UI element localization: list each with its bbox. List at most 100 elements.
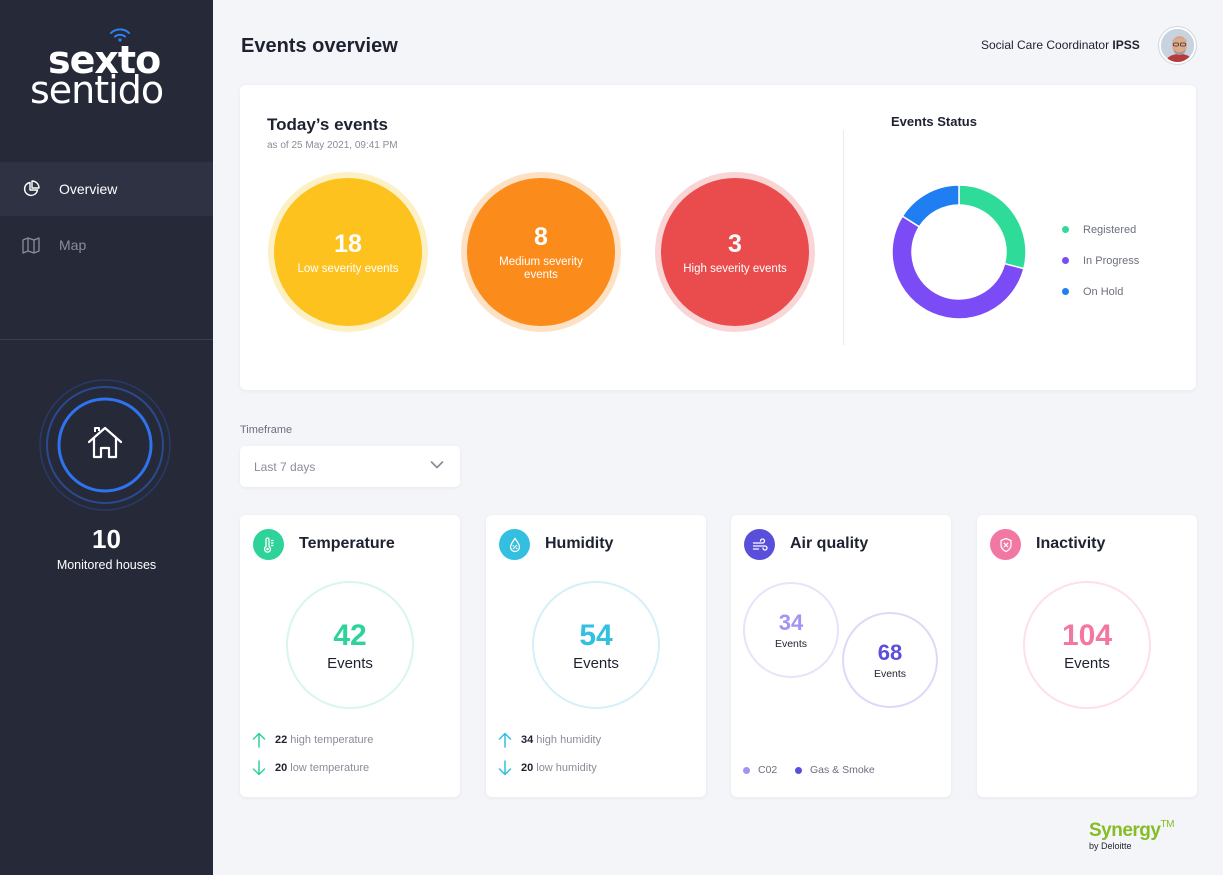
humidity-title: Humidity bbox=[545, 535, 614, 552]
thermometer-icon bbox=[253, 529, 284, 560]
humidity-events-count: 54 bbox=[579, 618, 613, 652]
co2-legend-item: C02 bbox=[743, 764, 777, 776]
low-severity-count: 18 bbox=[334, 229, 362, 258]
legend-label: In Progress bbox=[1083, 254, 1140, 267]
legend-item-in-progress: In Progress bbox=[1062, 245, 1139, 276]
page-title: Events overview bbox=[241, 35, 398, 57]
house-icon bbox=[87, 426, 123, 459]
temperature-events-label: Events bbox=[327, 654, 373, 672]
inactivity-events-ring: 104 Events bbox=[1023, 581, 1151, 709]
high-severity-count: 3 bbox=[728, 229, 742, 258]
high-humidity-count: 34 bbox=[521, 734, 534, 746]
legend-dot bbox=[1062, 226, 1069, 233]
nav-item-map[interactable]: Map bbox=[0, 218, 213, 272]
low-temperature-stat: 20 low temperature bbox=[252, 760, 369, 776]
temperature-title: Temperature bbox=[299, 535, 395, 552]
inactivity-events-label: Events bbox=[1064, 654, 1110, 672]
synergy-word: Synergy bbox=[1089, 820, 1161, 841]
user-role-text: Social Care Coordinator bbox=[981, 38, 1110, 52]
wind-icon bbox=[744, 529, 775, 560]
timeframe-label: Timeframe bbox=[240, 424, 293, 436]
map-icon bbox=[22, 236, 40, 254]
events-status-title: Events Status bbox=[891, 114, 977, 129]
high-temperature-count: 22 bbox=[275, 734, 288, 746]
monitored-houses-widget bbox=[38, 378, 172, 512]
high-severity-label: High severity events bbox=[683, 262, 787, 275]
inactivity-events-count: 104 bbox=[1061, 618, 1113, 652]
low-humidity-count: 20 bbox=[521, 762, 534, 774]
low-temperature-label: low temperature bbox=[290, 762, 370, 774]
sidebar-divider bbox=[0, 339, 213, 340]
nav-label: Overview bbox=[59, 181, 118, 197]
legend-dot bbox=[743, 766, 750, 774]
sidebar: sexto sentido Overview Map 10 Monitored … bbox=[0, 0, 213, 875]
humidity-events-label: Events bbox=[573, 654, 619, 672]
user-avatar-icon bbox=[1161, 29, 1194, 62]
low-humidity-label: low humidity bbox=[536, 762, 597, 774]
arrow-down-icon bbox=[252, 760, 266, 776]
legend-item-on-hold: On Hold bbox=[1062, 276, 1139, 307]
events-status-donut-chart bbox=[891, 184, 1027, 320]
temperature-card[interactable]: Temperature 42 Events 22 high temperatur… bbox=[240, 515, 460, 797]
gas-smoke-legend-label: Gas & Smoke bbox=[810, 764, 875, 776]
todays-events-card: Today’s events as of 25 May 2021, 09:41 … bbox=[240, 85, 1196, 390]
nav-label: Map bbox=[59, 237, 87, 253]
gas-smoke-events-label: Events bbox=[873, 668, 907, 680]
co2-events-count: 34 bbox=[778, 610, 804, 635]
trademark: TM bbox=[1160, 819, 1174, 830]
synergy-name: SynergyTM bbox=[1089, 819, 1189, 842]
timeframe-value: Last 7 days bbox=[254, 459, 316, 474]
legend-dot bbox=[1062, 288, 1069, 295]
legend-item-registered: Registered bbox=[1062, 214, 1139, 245]
arrow-down-icon bbox=[498, 760, 512, 776]
air-quality-title: Air quality bbox=[790, 535, 869, 552]
high-temperature-stat: 22 high temperature bbox=[252, 732, 373, 748]
todays-events-subtitle: as of 25 May 2021, 09:41 PM bbox=[267, 140, 398, 151]
events-status-legend: Registered In Progress On Hold bbox=[1062, 214, 1139, 307]
medium-severity-circle[interactable]: 8 Medium severity events bbox=[467, 178, 615, 326]
high-severity-circle[interactable]: 3 High severity events bbox=[661, 178, 809, 326]
gas-smoke-legend-item: Gas & Smoke bbox=[795, 764, 875, 776]
legend-dot bbox=[795, 766, 802, 774]
arrow-up-icon bbox=[498, 732, 512, 748]
high-temperature-label: high temperature bbox=[290, 734, 374, 746]
inactivity-card[interactable]: Inactivity 104 Events bbox=[977, 515, 1197, 797]
user-org: IPSS bbox=[1112, 38, 1140, 52]
legend-label: On Hold bbox=[1083, 285, 1124, 298]
synergy-by-deloitte: by Deloitte bbox=[1089, 841, 1132, 851]
gas-smoke-events-ring: 68 Events bbox=[842, 612, 938, 708]
humidity-card[interactable]: Humidity 54 Events 34 high humidity 20 l… bbox=[486, 515, 706, 797]
timeframe-select[interactable]: Last 7 days bbox=[240, 446, 460, 487]
user-role: Social Care Coordinator IPSS bbox=[981, 38, 1140, 52]
inactivity-title: Inactivity bbox=[1036, 535, 1106, 552]
humidity-events-ring: 54 Events bbox=[532, 581, 660, 709]
donut-slice-registered[interactable] bbox=[958, 184, 1027, 270]
donut-slice-on-hold[interactable] bbox=[901, 184, 960, 228]
co2-legend-label: C02 bbox=[758, 764, 778, 776]
avatar[interactable] bbox=[1159, 27, 1196, 64]
co2-events-label: Events bbox=[774, 638, 808, 650]
medium-severity-label: Medium severity events bbox=[499, 256, 583, 281]
sexto-sentido-logo[interactable]: sexto sentido bbox=[30, 26, 190, 116]
pie-chart-icon bbox=[22, 180, 40, 198]
low-severity-label: Low severity events bbox=[297, 262, 399, 275]
co2-events-ring: 34 Events bbox=[743, 582, 839, 678]
low-severity-circle[interactable]: 18 Low severity events bbox=[274, 178, 422, 326]
low-humidity-stat: 20 low humidity bbox=[498, 760, 597, 776]
medium-severity-count: 8 bbox=[534, 223, 548, 251]
low-temperature-count: 20 bbox=[275, 762, 288, 774]
logo-text-bottom: sentido bbox=[30, 68, 164, 112]
humidity-icon bbox=[499, 529, 530, 560]
legend-label: Registered bbox=[1083, 223, 1137, 236]
air-quality-card[interactable]: Air quality 34 Events 68 Events C02 Gas … bbox=[731, 515, 951, 797]
temperature-events-ring: 42 Events bbox=[286, 581, 414, 709]
chevron-down-icon bbox=[430, 461, 444, 469]
nav-item-overview[interactable]: Overview bbox=[0, 162, 213, 216]
high-humidity-stat: 34 high humidity bbox=[498, 732, 601, 748]
arrow-up-icon bbox=[252, 732, 266, 748]
todays-events-title: Today’s events bbox=[267, 115, 388, 134]
legend-dot bbox=[1062, 257, 1069, 264]
monitored-houses-label: Monitored houses bbox=[56, 558, 157, 572]
card-divider bbox=[843, 130, 844, 345]
high-humidity-label: high humidity bbox=[536, 734, 602, 746]
